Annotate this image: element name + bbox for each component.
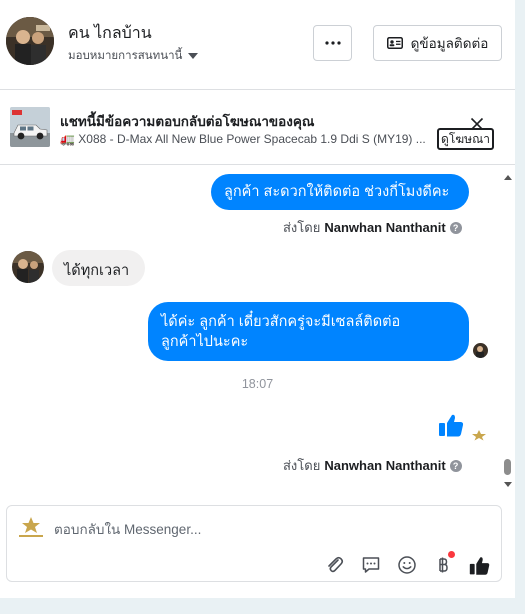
contact-name: คน ไกลบ้าน: [68, 25, 152, 42]
sender-name: Nanwhan Nanthanit: [324, 220, 446, 235]
page-background-right: [515, 0, 525, 614]
contact-avatar[interactable]: [6, 17, 54, 65]
sent-by-prefix: ส่งโดย: [283, 220, 321, 235]
like-icon: [438, 412, 464, 438]
incoming-message: ได้ทุกเวลา: [52, 250, 145, 286]
caret-down-icon: [188, 53, 199, 59]
outgoing-message: ลูกค้า สะดวกให้ติดต่อ ช่วงกี่โมงดีคะ: [211, 174, 469, 210]
scrollbar-thumb[interactable]: [504, 459, 511, 475]
chevron-down-icon[interactable]: [504, 482, 512, 487]
ad-thumbnail: [10, 107, 50, 147]
attachment-icon[interactable]: [324, 554, 346, 576]
notification-dot: [448, 551, 455, 558]
conversation-header: คน ไกลบ้าน มอบหมายการสนทนานี้ ดูข้อมูลติ…: [0, 0, 515, 90]
message-thread[interactable]: ลูกค้า สะดวกให้ติดต่อ ช่วงกี่โมงดีคะ ส่ง…: [0, 166, 515, 493]
message-text-line-2: ลูกค้าไปนะคะ: [161, 334, 249, 350]
help-icon[interactable]: ?: [449, 221, 462, 234]
outgoing-message: ได้ค่ะ ลูกค้า เดี๋ยวสักครู่จะมีเซลล์ติดต…: [148, 302, 469, 361]
message-text: ลูกค้า สะดวกให้ติดต่อ ช่วงกี่โมงดีคะ: [224, 184, 450, 200]
ad-banner-title: แชทนี้มีข้อความตอบกลับต่อโฆษณาของคุณ: [60, 114, 315, 129]
ad-reply-banner: แชทนี้มีข้อความตอบกลับต่อโฆษณาของคุณ 🚛 X…: [0, 91, 515, 165]
page-background: [0, 598, 525, 614]
page-logo: [15, 516, 47, 540]
help-icon[interactable]: ?: [449, 459, 462, 472]
saved-replies-icon[interactable]: [360, 554, 382, 576]
emoji-icon[interactable]: [396, 554, 418, 576]
thread-scrollbar[interactable]: [500, 166, 515, 493]
message-text-line-1: ได้ค่ะ ลูกค้า เดี๋ยวสักครู่จะมีเซลล์ติดต…: [161, 314, 401, 330]
send-like-button[interactable]: [468, 554, 490, 576]
contact-info-label: ดูข้อมูลติดต่อ: [410, 36, 489, 51]
page-seen-logo: [471, 428, 487, 441]
view-ad-button[interactable]: ดูโฆษณา: [437, 128, 494, 150]
assign-label: มอบหมายการสนทนานี้: [68, 50, 183, 62]
message-text: ได้ทุกเวลา: [64, 263, 130, 279]
more-icon: [324, 41, 341, 45]
chevron-up-icon[interactable]: [504, 175, 512, 180]
sent-by-info: ส่งโดย Nanwhan Nanthanit ?: [283, 455, 462, 476]
close-icon[interactable]: [470, 117, 484, 131]
view-contact-info-button[interactable]: ดูข้อมูลติดต่อ: [373, 25, 502, 61]
seen-avatar: [473, 343, 488, 358]
contact-avatar-small: [12, 251, 44, 283]
more-options-button[interactable]: [313, 25, 352, 61]
sent-by-prefix: ส่งโดย: [283, 458, 321, 473]
contact-card-icon: [386, 37, 403, 49]
reply-composer: [6, 505, 502, 582]
ad-banner-subtitle: 🚛 X088 - D-Max All New Blue Power Spacec…: [60, 132, 426, 146]
baht-payment-icon[interactable]: [432, 551, 455, 576]
sender-name: Nanwhan Nanthanit: [324, 458, 446, 473]
reply-input[interactable]: [54, 518, 454, 540]
sent-by-info: ส่งโดย Nanwhan Nanthanit ?: [283, 217, 462, 238]
like-icon: [469, 556, 489, 575]
timestamp: 18:07: [241, 377, 274, 391]
assign-dropdown[interactable]: มอบหมายการสนทนานี้: [68, 47, 199, 65]
